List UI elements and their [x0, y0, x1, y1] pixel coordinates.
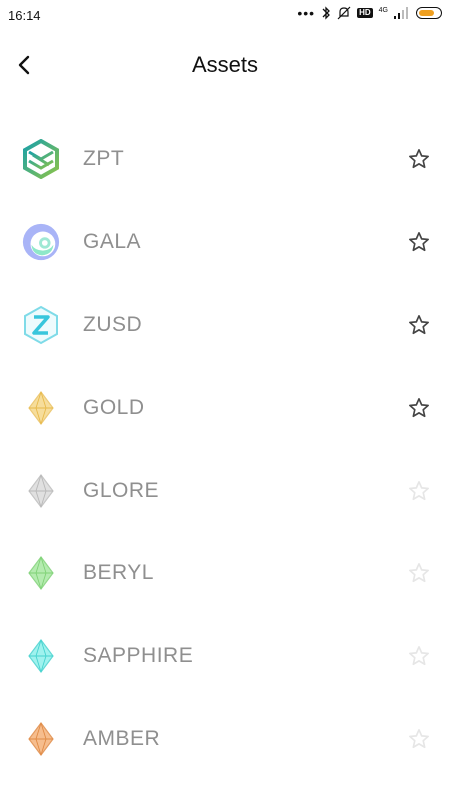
zpt-logo-icon: [21, 139, 61, 180]
star-icon[interactable]: [408, 148, 430, 170]
sapphire-gem-icon: [21, 636, 61, 676]
asset-name: GLORE: [83, 478, 160, 502]
star-icon[interactable]: [408, 231, 430, 253]
battery-icon: [416, 7, 442, 19]
zusd-logo-icon: [21, 305, 61, 345]
bluetooth-icon: [322, 6, 331, 20]
asset-name: BERYL: [83, 561, 154, 585]
amber-gem-icon: [21, 719, 61, 759]
page-title: Assets: [191, 52, 259, 77]
asset-row-zpt[interactable]: ZPT: [0, 118, 450, 201]
asset-name: ZUSD: [83, 312, 143, 336]
star-icon[interactable]: [408, 562, 430, 584]
more-dots-icon: •••: [297, 5, 316, 21]
star-icon[interactable]: [408, 314, 430, 336]
asset-row-glore[interactable]: GLORE: [0, 449, 450, 532]
asset-name: SAPPHIRE: [83, 644, 194, 668]
star-icon[interactable]: [408, 728, 430, 750]
network-type: 4G: [378, 6, 388, 14]
star-icon[interactable]: [408, 645, 430, 667]
status-icons: ••• HD 4G: [297, 6, 442, 20]
star-icon[interactable]: [408, 397, 430, 419]
asset-row-beryl[interactable]: BERYL: [0, 532, 450, 615]
asset-row-amber[interactable]: AMBER: [0, 698, 450, 781]
asset-row-gold[interactable]: GOLD: [0, 366, 450, 449]
star-icon[interactable]: [408, 480, 430, 502]
header: Assets: [0, 40, 450, 96]
gold-gem-icon: [21, 388, 61, 428]
signal-icon: [394, 7, 408, 19]
status-time: 16:14: [8, 8, 41, 23]
asset-row-gala[interactable]: GALA: [0, 201, 450, 284]
asset-name: AMBER: [83, 726, 161, 750]
asset-name: GOLD: [83, 395, 145, 419]
asset-list: ZPT GALA ZUSD GOLD GLORE BERYL SAPPHIRE …: [0, 118, 450, 780]
asset-row-sapphire[interactable]: SAPPHIRE: [0, 615, 450, 698]
asset-row-zusd[interactable]: ZUSD: [0, 284, 450, 367]
status-bar: 16:14 ••• HD 4G: [0, 0, 450, 32]
asset-name: GALA: [83, 230, 142, 254]
gala-logo-icon: [21, 222, 61, 262]
glore-gem-icon: [21, 471, 61, 511]
asset-name: ZPT: [83, 147, 125, 171]
beryl-gem-icon: [21, 553, 61, 593]
mute-icon: [337, 6, 351, 20]
hd-badge: HD: [357, 8, 373, 18]
